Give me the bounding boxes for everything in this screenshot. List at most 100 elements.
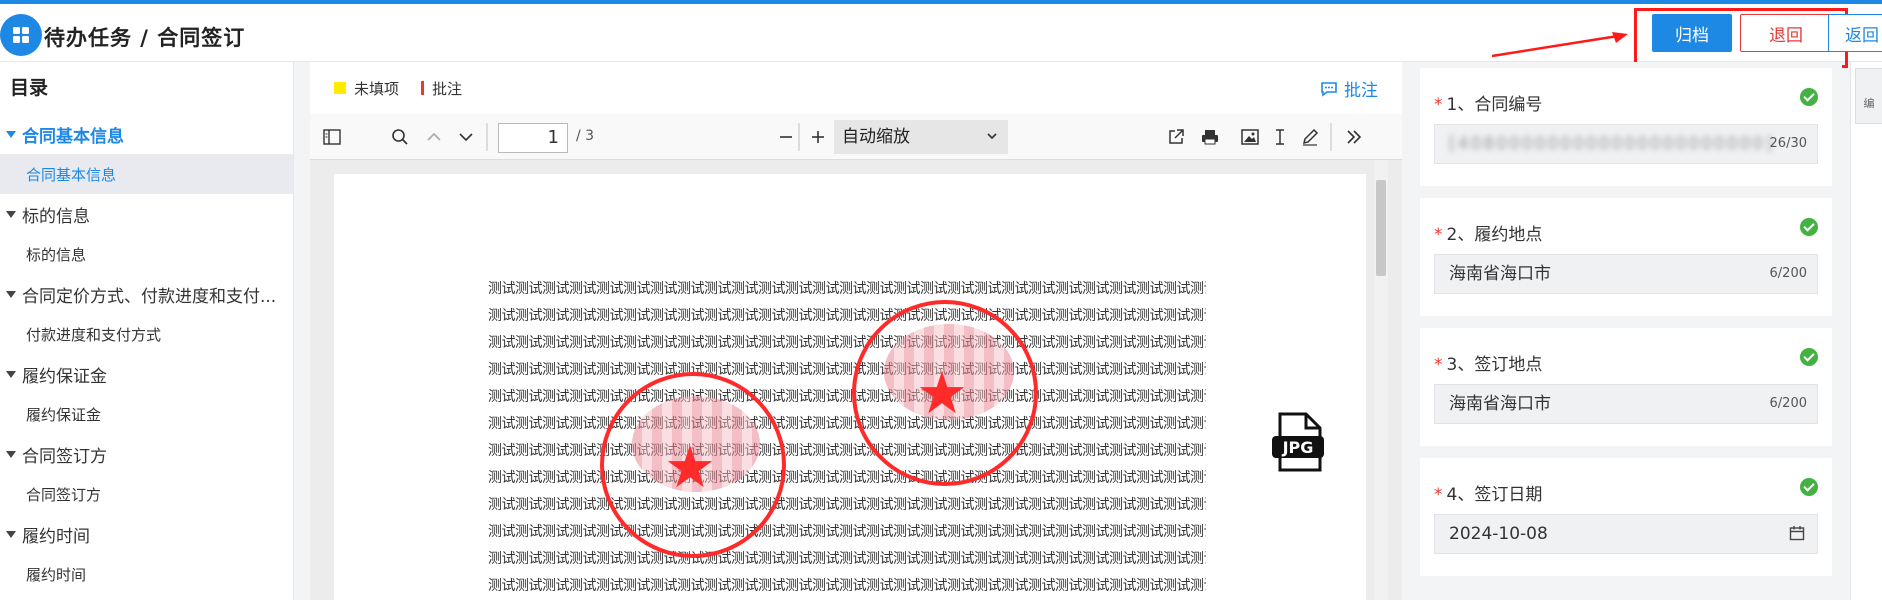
field-performance-location: * 2、履约地点 海南省海口市 6/200 [1420,198,1832,316]
toolbar-divider [486,123,488,151]
caret-down-icon [6,530,16,538]
caret-down-icon [6,290,16,298]
annotate-button[interactable]: 批注 [1320,76,1378,101]
zoom-in-icon[interactable] [804,123,832,151]
annotation-swatch-icon [421,81,425,95]
open-external-icon[interactable] [1162,123,1190,151]
field-value: 2024-10-08 [1449,524,1548,544]
side-tab-button[interactable]: 编 [1855,68,1882,124]
zoom-out-icon[interactable] [772,123,800,151]
zoom-select[interactable]: 自动缩放 [834,120,1008,154]
image-icon[interactable] [1236,123,1264,151]
toc-sub-performance-time[interactable]: 履约时间 [0,554,293,594]
check-circle-icon [1800,88,1818,106]
text-cursor-icon[interactable] [1266,123,1294,151]
table-of-contents: 目录 合同基本信息 合同基本信息 标的信息 标的信息 合同定价方式、付款进度和支… [0,62,294,600]
calendar-icon[interactable] [1789,525,1805,541]
toolbar-divider [1330,123,1332,151]
legend-bar: 未填项 批注 [310,62,1402,114]
search-icon[interactable] [386,123,414,151]
toc-section-contract-basic[interactable]: 合同基本信息 [0,114,293,154]
toc-label: 合同基本信息 [22,126,124,147]
char-count: 6/200 [1769,396,1807,411]
print-icon[interactable] [1196,123,1224,151]
document-area: 测试测试测试测试测试测试测试测试测试测试测试测试测试测试测试测试测试测试测试测试… [310,160,1402,600]
text-line: 测试测试测试测试测试测试测试测试测试测试测试测试测试测试测试测试测试测试测试测试… [488,443,1206,459]
text-line: 测试测试测试测试测试测试测试测试测试测试测试测试测试测试测试测试测试测试测试测试… [488,308,1206,324]
text-line: 测试测试测试测试测试测试测试测试测试测试测试测试测试测试测试测试测试测试测试测试… [488,551,1206,567]
reject-button[interactable]: 退回 [1740,14,1832,52]
toc-label: 合同定价方式、付款进度和支付... [22,286,277,307]
zoom-value: 自动缩放 [842,127,910,147]
field-value: 海南省海口市 [1449,264,1551,284]
check-circle-icon [1800,218,1818,236]
toc-label: 履约保证金 [22,366,107,387]
text-line: 测试测试测试测试测试测试测试测试测试测试测试测试测试测试测试测试测试测试测试测试… [488,416,1206,432]
text-line: 测试测试测试测试测试测试测试测试测试测试测试测试测试测试测试测试测试测试测试测试… [488,578,1206,594]
document-viewer: 未填项 批注 批注 1 / 3 自动缩放 测试测试测试测试测试测试测试测试测试测… [310,62,1402,600]
grid-icon [13,27,29,43]
toc-title: 目录 [10,77,49,99]
legend-unfilled-label: 未填项 [354,79,400,98]
toc-label: 合同签订方 [22,446,107,467]
sidebar-toggle-icon[interactable] [318,123,346,151]
field-contract-number: * 1、合同编号 [408000000000000000000000] 26/30 [1420,68,1832,186]
field-signing-date: * 4、签订日期 2024-10-08 [1420,458,1832,576]
caret-down-icon [6,450,16,458]
annotation-arrow-icon [1491,32,1628,58]
text-line: 测试测试测试测试测试测试测试测试测试测试测试测试测试测试测试测试测试测试测试测试… [488,335,1206,351]
char-count: 6/200 [1769,266,1807,281]
field-value: 海南省海口市 [1449,394,1551,414]
text-line: 测试测试测试测试测试测试测试测试测试测试测试测试测试测试测试测试测试测试测试测试… [488,281,1206,297]
caret-down-icon [6,210,16,218]
toc-sub-deposit[interactable]: 履约保证金 [0,394,293,434]
toc-sub-payment[interactable]: 付款进度和支付方式 [0,314,293,354]
scrollbar-thumb[interactable] [1376,180,1386,276]
toc-section-signatories[interactable]: 合同签订方 [0,434,293,474]
toc-section-subject[interactable]: 标的信息 [0,194,293,234]
page-number-input[interactable]: 1 [498,123,568,153]
return-button[interactable]: 返回 [1828,14,1882,52]
pdf-page: 测试测试测试测试测试测试测试测试测试测试测试测试测试测试测试测试测试测试测试测试… [334,174,1366,600]
side-tab-label: 编 [1863,97,1875,110]
toolbar-divider [798,123,800,151]
pen-icon[interactable] [1296,123,1324,151]
chevron-down-icon[interactable] [452,123,480,151]
chevron-up-icon[interactable] [420,123,448,151]
seal-star-icon: ★ [916,359,968,427]
contract-number-input[interactable]: [408000000000000000000000] 26/30 [1434,124,1818,164]
toc-sub-subject[interactable]: 标的信息 [0,234,293,274]
field-label: * 2、履约地点 [1434,225,1543,245]
toc-sub-contract-basic[interactable]: 合同基本信息 [0,154,293,194]
page-title: 待办任务 / 合同签订 [44,26,246,50]
side-edit-tab[interactable]: 编 [1850,62,1882,600]
signing-location-input[interactable]: 海南省海口市 6/200 [1434,384,1818,424]
form-panel: * 1、合同编号 [408000000000000000000000] 26/30… [1410,62,1842,600]
caret-down-icon [6,130,16,138]
toc-section-deposit[interactable]: 履约保证金 [0,354,293,394]
archive-button[interactable]: 归档 [1652,14,1732,52]
field-value: [408000000000000000000000] [1449,134,1774,154]
pdf-toolbar: 1 / 3 自动缩放 [310,114,1402,160]
toc-section-pricing[interactable]: 合同定价方式、付款进度和支付... [0,274,293,314]
field-label: * 4、签订日期 [1434,485,1543,505]
toc-label: 履约时间 [22,526,90,547]
jpg-file-icon[interactable]: JPG [1270,410,1326,474]
toc-sub-signatories[interactable]: 合同签订方 [0,474,293,514]
apps-grid-button[interactable] [0,14,42,56]
text-line: 测试测试测试测试测试测试测试测试测试测试测试测试测试测试测试测试测试测试测试测试… [488,389,1206,405]
more-tools-icon[interactable] [1340,123,1368,151]
seal-star-icon: ★ [664,433,716,501]
performance-location-input[interactable]: 海南省海口市 6/200 [1434,254,1818,294]
field-label: * 3、签订地点 [1434,355,1543,375]
svg-text:JPG: JPG [1282,438,1314,457]
field-label: * 1、合同编号 [1434,95,1543,115]
toc-section-performance-time[interactable]: 履约时间 [0,514,293,554]
char-count: 26/30 [1769,136,1807,151]
text-line: 测试测试测试测试测试测试测试测试测试测试测试测试测试测试测试测试测试测试测试测试… [488,524,1206,540]
unfilled-swatch-icon [334,82,346,94]
comment-icon [1321,81,1337,97]
text-line: 测试测试测试测试测试测试测试测试测试测试测试测试测试测试测试测试测试测试测试测试… [488,362,1206,378]
annotate-label: 批注 [1344,81,1378,101]
signing-date-picker[interactable]: 2024-10-08 [1434,514,1818,554]
